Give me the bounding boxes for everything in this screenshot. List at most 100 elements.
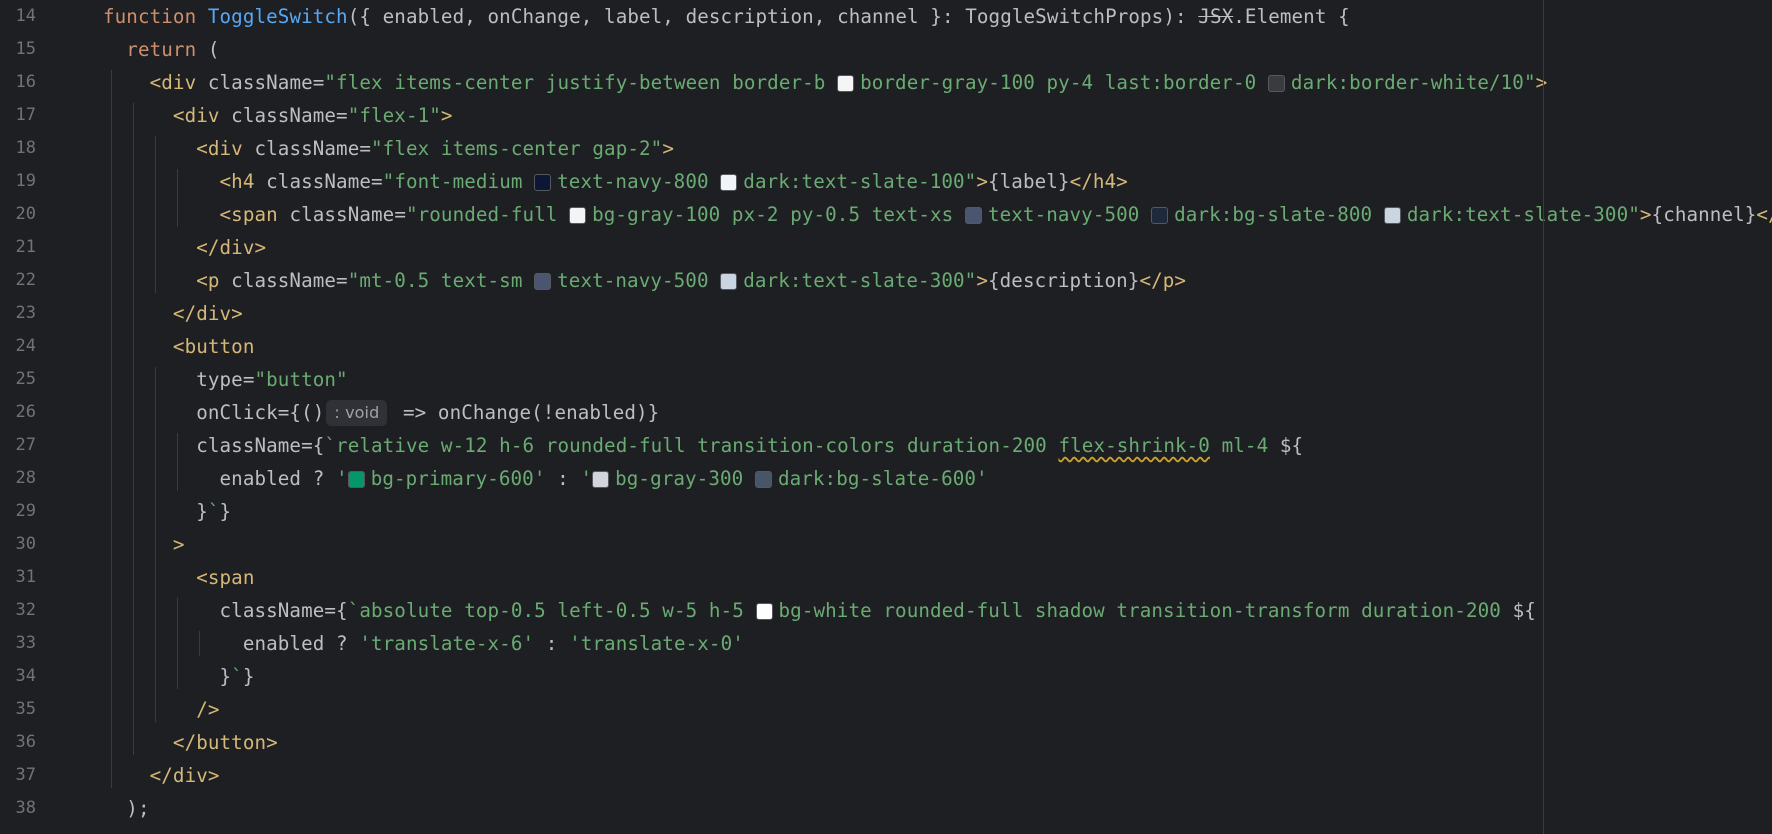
code-editor[interactable]: 14 15 16 17 18 19 20 21 22 23 24 25 26 27 28 29 30 31 32 33… xyxy=(0,0,1772,834)
code-token: className xyxy=(207,71,313,94)
code-line[interactable]: </div> xyxy=(103,231,266,264)
code-token: border-gray-100 py-4 last:border-0 xyxy=(860,71,1268,94)
code-line[interactable]: </button> xyxy=(103,726,278,759)
code-token: {description} xyxy=(987,269,1140,292)
line-number: 21 xyxy=(15,237,36,257)
code-token: `absolute top-0.5 left-0.5 w-5 h-5 xyxy=(347,599,756,622)
code-line[interactable]: onClick={(): void => onChange(!enabled)} xyxy=(103,396,659,429)
code-token: = xyxy=(336,104,348,127)
code-line[interactable]: <span className="rounded-full bg-gray-10… xyxy=(103,198,1772,231)
code-token: ' xyxy=(580,467,593,490)
code-line[interactable]: <span xyxy=(103,561,254,594)
code-token: className xyxy=(103,599,325,622)
line-number: 38 xyxy=(15,798,36,818)
code-line[interactable]: <button xyxy=(103,330,254,363)
code-token: 'translate-x-6' xyxy=(359,632,535,655)
code-token: enabled ? xyxy=(103,467,337,490)
code-token: /> xyxy=(103,698,220,721)
line-number: 31 xyxy=(15,567,36,587)
color-swatch-icon[interactable] xyxy=(534,174,552,191)
code-token: dark:bg-slate-600' xyxy=(777,467,988,490)
inlay-type-hint: : void xyxy=(326,400,388,426)
color-swatch-icon[interactable] xyxy=(964,207,982,224)
color-swatch-icon[interactable] xyxy=(754,471,772,488)
color-swatch-icon[interactable] xyxy=(1151,207,1169,224)
color-swatch-icon[interactable] xyxy=(534,273,552,290)
line-number: 19 xyxy=(15,171,36,191)
color-swatch-icon[interactable] xyxy=(1383,207,1401,224)
code-line[interactable]: enabled ? ' bg-primary-600' : ' bg-gray-30… xyxy=(103,462,988,495)
code-line[interactable]: return ( xyxy=(103,33,220,66)
code-token: "font-medium xyxy=(382,170,535,193)
code-line[interactable]: type="button" xyxy=(103,363,348,396)
color-swatch-icon[interactable] xyxy=(720,273,738,290)
color-swatch-icon[interactable] xyxy=(569,207,587,224)
code-token: > xyxy=(662,137,674,160)
code-token: ${ xyxy=(1512,599,1536,622)
line-number: 24 xyxy=(15,336,36,356)
code-line[interactable]: /> xyxy=(103,693,220,726)
code-token: `relative w-12 h-6 rounded-full transiti… xyxy=(324,434,1059,457)
line-number: 16 xyxy=(15,72,36,92)
indent-guide xyxy=(177,169,178,227)
code-line[interactable]: <div className="flex items-center justif… xyxy=(103,66,1548,99)
code-line[interactable]: </div> xyxy=(103,759,220,792)
color-swatch-icon[interactable] xyxy=(720,174,738,191)
color-swatch-icon[interactable] xyxy=(592,471,610,488)
color-swatch-icon[interactable] xyxy=(1267,75,1285,92)
indent-guide xyxy=(177,598,178,689)
line-number: 35 xyxy=(15,699,36,719)
code-line[interactable]: > xyxy=(103,528,185,561)
line-number-gutter[interactable]: 14 15 16 17 18 19 20 21 22 23 24 25 26 27 28 29 30 31 32 33… xyxy=(0,0,68,834)
code-token: dark:bg-slate-800 xyxy=(1174,203,1384,226)
code-token: ={() xyxy=(277,401,325,424)
code-token: ` xyxy=(207,500,220,523)
code-token: : xyxy=(545,467,581,490)
code-area[interactable]: function ToggleSwitch({ enabled, onChang… xyxy=(103,0,1772,834)
code-token: </button> xyxy=(103,731,278,754)
code-token: bg-white rounded-full shadow transition-… xyxy=(778,599,1513,622)
code-line[interactable]: </div> xyxy=(103,297,243,330)
code-token: ' xyxy=(336,467,348,490)
code-token: ` xyxy=(231,665,243,688)
code-token: <h4 xyxy=(103,170,267,193)
line-number: 17 xyxy=(15,105,36,125)
code-line[interactable]: }`} xyxy=(103,495,231,528)
indent-guide xyxy=(199,631,200,656)
code-line[interactable]: className={`relative w-12 h-6 rounded-fu… xyxy=(103,429,1303,462)
code-line[interactable]: }`} xyxy=(103,660,255,693)
color-swatch-icon[interactable] xyxy=(837,75,855,92)
code-token: = xyxy=(371,170,383,193)
code-line[interactable]: <div className="flex items-center gap-2"… xyxy=(103,132,674,165)
color-swatch-icon[interactable] xyxy=(755,603,773,620)
code-token: className xyxy=(231,269,337,292)
code-token: ); xyxy=(103,797,150,820)
code-line[interactable]: <h4 className="font-medium text-navy-800… xyxy=(103,165,1128,198)
line-number: 32 xyxy=(15,600,36,620)
code-token: text-navy-500 xyxy=(987,203,1152,226)
indent-guide xyxy=(155,367,156,722)
code-token: <div xyxy=(103,71,208,94)
code-token: } xyxy=(219,500,232,523)
color-swatch-icon[interactable] xyxy=(347,471,365,488)
code-token: </h4> xyxy=(1069,170,1128,193)
code-line[interactable]: ); xyxy=(103,792,150,825)
line-number: 34 xyxy=(15,666,36,686)
code-token: > xyxy=(440,104,453,127)
code-line[interactable]: function ToggleSwitch({ enabled, onChang… xyxy=(103,0,1350,33)
code-token: .Element { xyxy=(1233,5,1350,28)
code-token: bg-primary-600' xyxy=(370,467,546,490)
code-token: dark:border-white/10" xyxy=(1290,71,1536,94)
code-token: <div xyxy=(103,104,232,127)
code-line[interactable]: <p className="mt-0.5 text-sm text-navy-5… xyxy=(103,264,1186,297)
code-line[interactable]: <div className="flex-1"> xyxy=(103,99,453,132)
code-token: dark:text-slate-100" xyxy=(743,170,977,193)
indent-guide xyxy=(155,136,156,293)
line-number: 37 xyxy=(15,765,36,785)
indent-guide xyxy=(177,433,178,491)
line-number: 23 xyxy=(15,303,36,323)
code-line[interactable]: className={`absolute top-0.5 left-0.5 w-… xyxy=(103,594,1536,627)
line-number: 26 xyxy=(15,402,36,422)
code-token: </span> xyxy=(1756,203,1772,226)
code-token: ToggleSwitch xyxy=(207,5,348,28)
